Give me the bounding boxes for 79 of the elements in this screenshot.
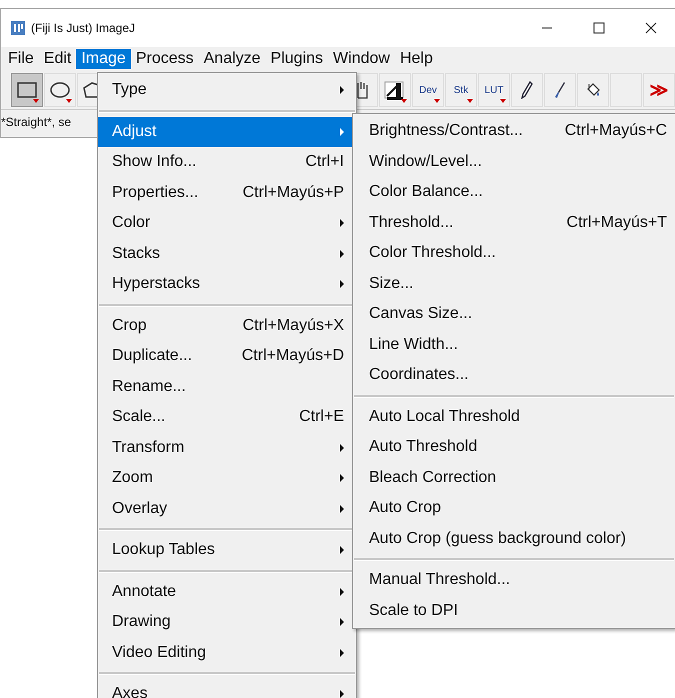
menu-item[interactable]: Window/Level...: [353, 146, 675, 177]
menu-bar-item[interactable]: Help: [394, 49, 438, 69]
tool-button[interactable]: Dev: [412, 73, 444, 107]
submenu-arrow-icon: [340, 504, 344, 513]
dropdown-arrow-icon: [434, 99, 440, 103]
menu-item[interactable]: Scale... Ctrl+E: [98, 402, 356, 432]
menu-item[interactable]: Color Threshold...: [353, 238, 675, 268]
menu-item[interactable]: Video Editing: [98, 638, 356, 668]
menu-item[interactable]: Auto Threshold: [353, 432, 675, 462]
close-icon[interactable]: [645, 22, 657, 34]
menu-item[interactable]: Manual Threshold...: [353, 565, 675, 596]
menu-bar-item[interactable]: Edit: [38, 49, 76, 69]
menu-item[interactable]: Properties... Ctrl+Mayús+P: [98, 178, 356, 208]
menu-item[interactable]: Canvas Size...: [353, 299, 675, 330]
menu-item[interactable]: Threshold... Ctrl+Mayús+T: [353, 208, 675, 238]
submenu-arrow-icon: [340, 618, 344, 626]
menu-item[interactable]: Transform: [98, 432, 356, 463]
status-text: *Straight*, se: [1, 115, 72, 129]
tool-label: Stk: [454, 84, 468, 96]
menu-item[interactable]: Zoom: [98, 463, 356, 494]
submenu-arrow-icon: [340, 86, 344, 94]
menu-bar-item[interactable]: Plugins: [266, 49, 328, 69]
menu-item[interactable]: Overlay: [98, 494, 356, 524]
submenu-arrow-icon: [340, 546, 344, 554]
menu-item[interactable]: Auto Local Threshold: [353, 402, 675, 432]
app-icon: [11, 21, 25, 35]
submenu-arrow-icon: [340, 474, 344, 482]
menu-item[interactable]: Line Width...: [353, 330, 675, 360]
dropdown-arrow-icon: [500, 99, 506, 103]
menu-item[interactable]: Auto Crop: [353, 493, 675, 524]
menu-item[interactable]: Auto Crop (guess background color): [353, 524, 675, 554]
dropdown-arrow-icon: [467, 99, 473, 103]
menu-bar-item[interactable]: Analyze: [198, 49, 266, 69]
menu-bar-item[interactable]: Window: [328, 49, 395, 69]
dropdown-arrow-icon: [33, 99, 39, 103]
menu-bar-item[interactable]: Process: [130, 49, 199, 69]
menu-item[interactable]: Size...: [353, 268, 675, 299]
brush-icon: [554, 81, 566, 99]
menu-item[interactable]: Annotate: [98, 576, 356, 607]
submenu-arrow-icon: [340, 250, 344, 258]
tool-button[interactable]: Stk: [445, 73, 477, 107]
menu-item[interactable]: Lookup Tables: [98, 535, 356, 566]
tool-label: Dev: [419, 84, 437, 96]
submenu-arrow-icon: [340, 690, 344, 698]
submenu-arrow-icon: [340, 280, 344, 288]
menu-item[interactable]: Crop Ctrl+Mayús+X: [98, 310, 356, 341]
menu-item[interactable]: Duplicate... Ctrl+Mayús+D: [98, 341, 356, 372]
tool-button[interactable]: LUT: [478, 73, 510, 107]
oval-icon: [50, 82, 70, 98]
menu-item[interactable]: Scale to DPI: [353, 596, 675, 626]
menu-item[interactable]: Hyperstacks: [98, 269, 356, 300]
window-title: (Fiji Is Just) ImageJ: [31, 21, 136, 35]
submenu-arrow-icon: [340, 588, 344, 596]
rectangle-icon: [17, 82, 37, 98]
submenu-arrow-icon: [340, 444, 344, 452]
submenu-arrow-icon: [340, 128, 344, 136]
more-tools-label: ≫: [650, 79, 668, 101]
tool-button[interactable]: [11, 73, 43, 107]
submenu-arrow-icon: [340, 219, 344, 228]
menu-item[interactable]: Coordinates...: [353, 360, 675, 390]
paint-bucket-icon: [585, 82, 601, 98]
menu-bar-item[interactable]: Image: [76, 49, 131, 69]
maximize-icon[interactable]: [593, 22, 605, 34]
menu-item[interactable]: Color: [98, 208, 356, 238]
menu-item[interactable]: Bleach Correction: [353, 462, 675, 493]
dropdown-arrow-icon: [401, 99, 407, 103]
pencil-icon: [521, 81, 533, 99]
dropdown-arrow-icon: [66, 99, 72, 103]
tool-label: LUT: [484, 84, 504, 96]
menu-item[interactable]: Drawing: [98, 607, 356, 638]
menu-item[interactable]: Color Balance...: [353, 177, 675, 208]
menu-item[interactable]: Stacks: [98, 238, 356, 269]
menu-item[interactable]: Type: [98, 75, 356, 106]
menu-item[interactable]: Brightness/Contrast... Ctrl+Mayús+C: [353, 116, 675, 146]
submenu-arrow-icon: [340, 648, 344, 657]
menu-item[interactable]: Show Info... Ctrl+I: [98, 147, 356, 178]
menu-bar-item[interactable]: File: [3, 49, 39, 69]
menu-item[interactable]: Rename...: [98, 372, 356, 402]
tool-button[interactable]: ≫: [643, 73, 675, 107]
